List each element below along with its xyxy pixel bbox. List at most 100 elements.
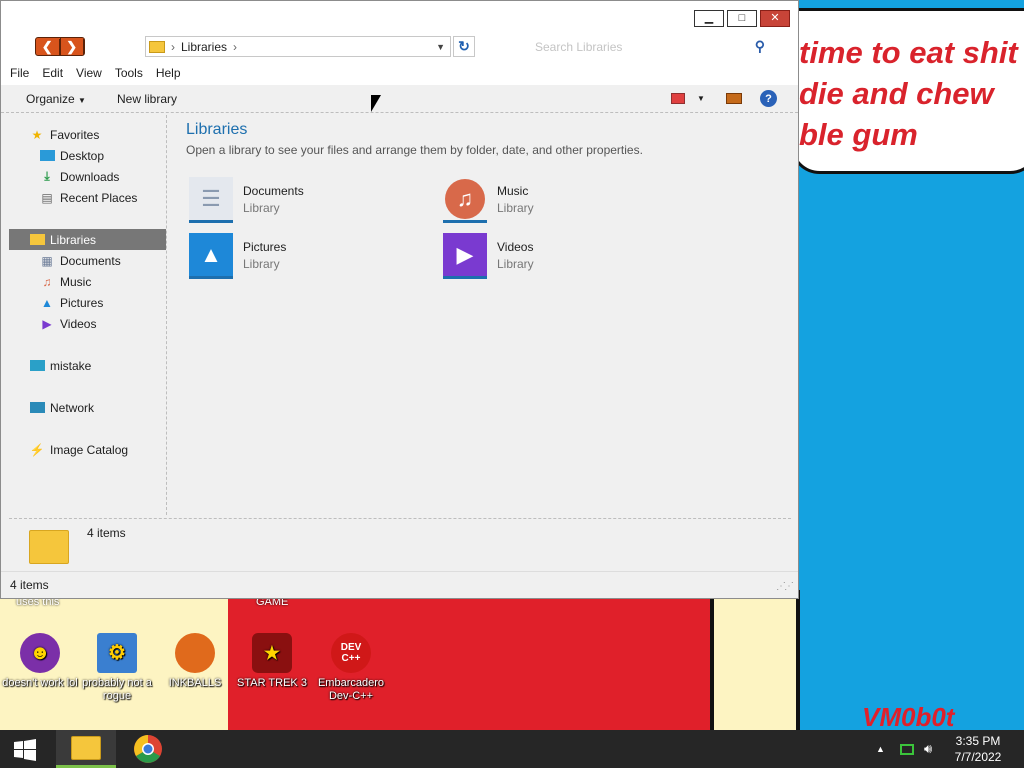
menu-file[interactable]: File bbox=[10, 66, 29, 80]
refresh-button[interactable]: ↻ bbox=[453, 36, 475, 57]
menu-edit[interactable]: Edit bbox=[42, 66, 63, 80]
nav-music[interactable]: ♫ Music bbox=[9, 271, 166, 292]
address-bar[interactable]: › Libraries › ▼ bbox=[145, 36, 451, 57]
library-item-documents[interactable]: ☰ Documents Library bbox=[189, 177, 389, 225]
maximize-button[interactable]: □ bbox=[727, 10, 757, 27]
status-bar: 4 items ⋰⋰ bbox=[1, 571, 798, 598]
library-type: Library bbox=[497, 257, 534, 271]
desktop-icon-label: INKBALLS bbox=[168, 677, 222, 689]
chevron-down-icon: ▼ bbox=[78, 96, 86, 105]
address-dropdown-icon[interactable]: ▼ bbox=[436, 42, 445, 52]
resize-grip-icon[interactable]: ⋰⋰ bbox=[776, 581, 794, 592]
menu-view[interactable]: View bbox=[76, 66, 102, 80]
explorer-window: ▁ □ ✕ ❮ ❯ › Libraries › ▼ ↻ Search Libra… bbox=[0, 0, 799, 599]
videos-icon: ▶ bbox=[42, 316, 52, 331]
minimize-button[interactable]: ▁ bbox=[694, 10, 724, 27]
menu-help[interactable]: Help bbox=[156, 66, 181, 80]
nav-pictures[interactable]: ▲ Pictures bbox=[9, 292, 166, 313]
desktop-icon-yahoo[interactable]: ☻ doesn't work lol bbox=[2, 633, 78, 690]
download-icon: ⤓ bbox=[44, 169, 50, 183]
search-input[interactable]: Search Libraries ⚲ bbox=[527, 36, 771, 57]
view-icon bbox=[671, 92, 685, 104]
nav-downloads[interactable]: ⤓ Downloads bbox=[9, 166, 166, 187]
nav-label: Pictures bbox=[60, 295, 104, 310]
clock-time: 3:35 PM bbox=[955, 734, 1001, 748]
nav-label: Recent Places bbox=[60, 190, 138, 205]
command-bar: Organize ▼ New library ▼ ? bbox=[1, 85, 798, 113]
documents-library-icon: ☰ bbox=[189, 177, 233, 223]
nav-documents[interactable]: ▦ Documents bbox=[9, 250, 166, 271]
nav-image-catalog[interactable]: ⚡ Image Catalog bbox=[9, 439, 166, 460]
desktop-icon-label: Embarcadero Dev-C++ bbox=[317, 677, 385, 702]
star-trek-icon: ★ bbox=[252, 633, 292, 673]
close-button[interactable]: ✕ bbox=[760, 10, 790, 27]
nav-network[interactable]: Network bbox=[9, 397, 166, 418]
network-tray-icon[interactable] bbox=[900, 730, 914, 768]
taskbar-explorer[interactable] bbox=[56, 730, 116, 768]
details-count: 4 items bbox=[87, 526, 126, 540]
breadcrumb-separator: › bbox=[233, 39, 238, 54]
nav-label: Downloads bbox=[60, 169, 120, 184]
change-view-button[interactable]: ▼ bbox=[671, 91, 705, 105]
preview-pane-button[interactable] bbox=[726, 91, 742, 105]
menu-tools[interactable]: Tools bbox=[115, 66, 143, 80]
arrow-left-icon: ❮ bbox=[36, 38, 60, 55]
back-button[interactable]: ❮ bbox=[36, 38, 61, 55]
system-clock[interactable]: 3:35 PM 7/7/2022 bbox=[948, 733, 1008, 765]
gear-monitor-icon: ⚙ bbox=[97, 633, 137, 673]
chevron-up-icon: ▲ bbox=[876, 744, 885, 754]
library-item-pictures[interactable]: ▲ Pictures Library bbox=[189, 233, 389, 281]
library-item-music[interactable]: ♫ Music Library bbox=[443, 177, 643, 225]
forward-button[interactable]: ❯ bbox=[61, 38, 84, 55]
organize-button[interactable]: Organize ▼ bbox=[26, 92, 86, 106]
image-catalog-icon: ⚡ bbox=[29, 442, 45, 457]
documents-icon: ▦ bbox=[41, 253, 53, 268]
yahoo-messenger-icon: ☻ bbox=[20, 633, 60, 673]
help-button[interactable]: ? bbox=[760, 90, 777, 107]
meme-text: time to eat shit die and chew ble gum bbox=[799, 35, 1018, 152]
network-icon bbox=[29, 401, 45, 415]
search-icon[interactable]: ⚲ bbox=[755, 38, 765, 55]
page-subtitle: Open a library to see your files and arr… bbox=[186, 143, 643, 157]
breadcrumb-libraries[interactable]: Libraries bbox=[181, 40, 227, 54]
videos-library-icon: ▶ bbox=[443, 233, 487, 279]
recent-places-icon: ▤ bbox=[41, 190, 53, 205]
library-name: Music bbox=[497, 184, 529, 198]
library-item-videos[interactable]: ▶ Videos Library bbox=[443, 233, 643, 281]
desktop-icon-inkballs[interactable]: INKBALLS bbox=[157, 633, 233, 690]
folder-icon bbox=[29, 530, 69, 564]
menu-bar: File Edit View Tools Help bbox=[1, 61, 798, 85]
arrow-right-icon: ❯ bbox=[61, 38, 84, 55]
nav-desktop[interactable]: Desktop bbox=[9, 145, 166, 166]
volume-tray-icon[interactable]: 🔊︎ bbox=[924, 730, 932, 768]
desktop-icon-devcpp[interactable]: DEV C++ Embarcadero Dev-C++ bbox=[313, 633, 389, 703]
minimize-icon: ▁ bbox=[704, 12, 714, 24]
nav-recent-places[interactable]: ▤ Recent Places bbox=[9, 187, 166, 208]
nav-favorites[interactable]: ★ Favorites bbox=[9, 124, 166, 145]
library-type: Library bbox=[243, 201, 280, 215]
search-placeholder: Search Libraries bbox=[535, 39, 623, 54]
chevron-down-icon: ▼ bbox=[697, 93, 705, 103]
libraries-folder-icon bbox=[149, 40, 165, 53]
library-type: Library bbox=[497, 201, 534, 215]
nav-label: Image Catalog bbox=[50, 442, 129, 457]
nav-label: Documents bbox=[60, 253, 121, 268]
library-type: Library bbox=[243, 257, 280, 271]
new-library-button[interactable]: New library bbox=[117, 92, 177, 106]
refresh-icon: ↻ bbox=[458, 38, 470, 54]
desktop-icon-star-trek[interactable]: ★ STAR TREK 3 bbox=[234, 633, 310, 690]
taskbar-chrome[interactable] bbox=[118, 730, 178, 768]
title-bar: ▁ □ ✕ bbox=[1, 1, 798, 31]
nav-libraries[interactable]: Libraries bbox=[9, 229, 166, 250]
wallpaper-signature: VM0b0t bbox=[862, 702, 955, 730]
file-explorer-icon bbox=[71, 735, 101, 760]
windows-start-button[interactable] bbox=[14, 739, 36, 761]
nav-videos[interactable]: ▶ Videos bbox=[9, 313, 166, 334]
nav-computer[interactable]: mistake bbox=[9, 355, 166, 376]
desktop-icon-rogue[interactable]: ⚙ probably not a rogue bbox=[79, 633, 155, 703]
taskbar: ▲ 🔊︎ 3:35 PM 7/7/2022 bbox=[0, 730, 1024, 768]
show-hidden-icons-button[interactable]: ▲ bbox=[876, 730, 885, 768]
details-pane: 4 items bbox=[9, 518, 791, 570]
folder-icon bbox=[29, 233, 45, 247]
preview-pane-icon bbox=[726, 92, 742, 104]
